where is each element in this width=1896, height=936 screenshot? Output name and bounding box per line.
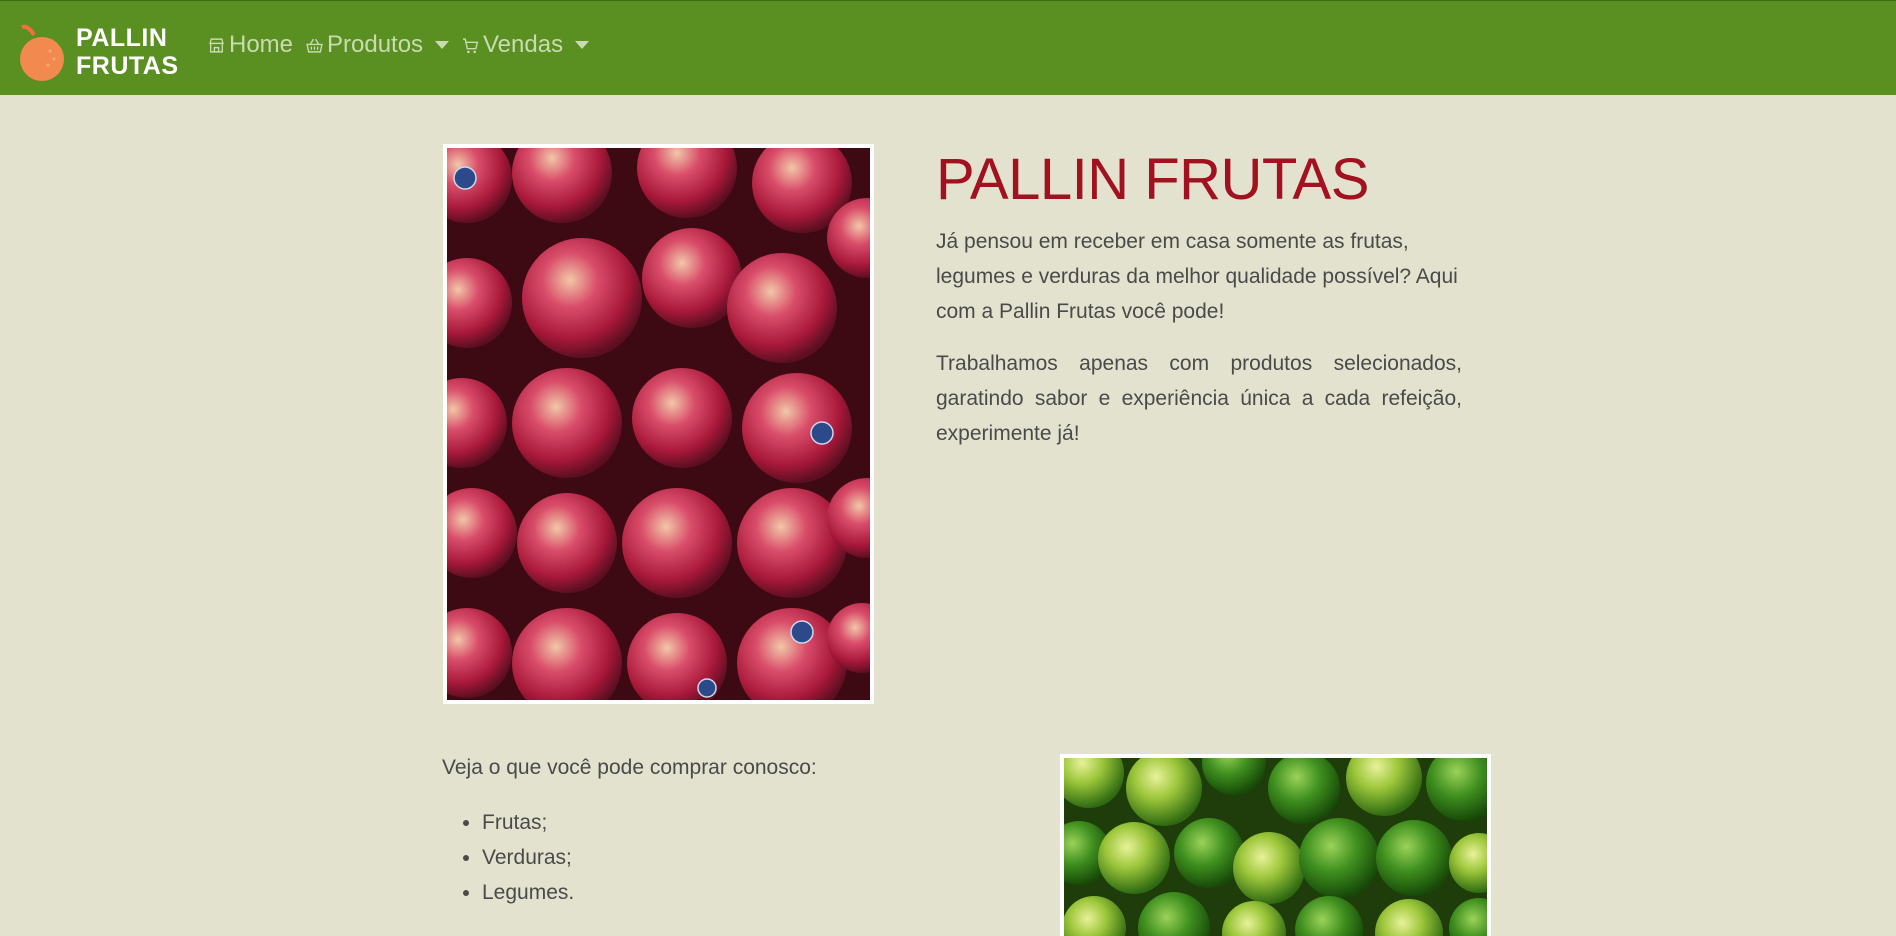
products-intro: Veja o que você pode comprar conosco: (442, 756, 817, 779)
page-title: PALLIN FRUTAS (936, 147, 1369, 212)
intro-paragraph: Já pensou em receber em casa somente as … (936, 230, 1458, 323)
chevron-down-icon (435, 41, 450, 49)
nav-home-label: Home (229, 31, 294, 58)
nav-home[interactable]: Home (208, 31, 293, 59)
brand[interactable]: PALLIN FRUTAS (18, 21, 179, 83)
list-item: Verduras; (482, 840, 574, 875)
brand-line-1: PALLIN (76, 24, 168, 52)
list-item: Frutas; (482, 805, 574, 840)
nav-vendas[interactable]: Vendas (462, 31, 590, 59)
store-icon (209, 37, 224, 53)
nav-produtos[interactable]: Produtos (306, 31, 450, 59)
orange-logo-icon (20, 24, 64, 81)
brand-line-2: FRUTAS (76, 52, 179, 80)
limes-photo (1060, 754, 1491, 936)
cart-icon (463, 37, 479, 53)
products-list: Frutas; Verduras; Legumes. (482, 805, 574, 910)
chevron-down-icon (575, 41, 590, 49)
apples-photo (443, 144, 874, 704)
navbar: PALLIN FRUTAS Home Produtos Vendas (0, 0, 1896, 95)
nav-produtos-label: Produtos (327, 31, 424, 58)
basket-icon (306, 38, 323, 53)
list-item: Legumes. (482, 875, 574, 910)
nav-vendas-label: Vendas (483, 31, 564, 58)
selection-paragraph: Trabalhamos apenas com produtos selecion… (936, 352, 1462, 445)
brand-name: PALLIN FRUTAS (76, 24, 179, 80)
